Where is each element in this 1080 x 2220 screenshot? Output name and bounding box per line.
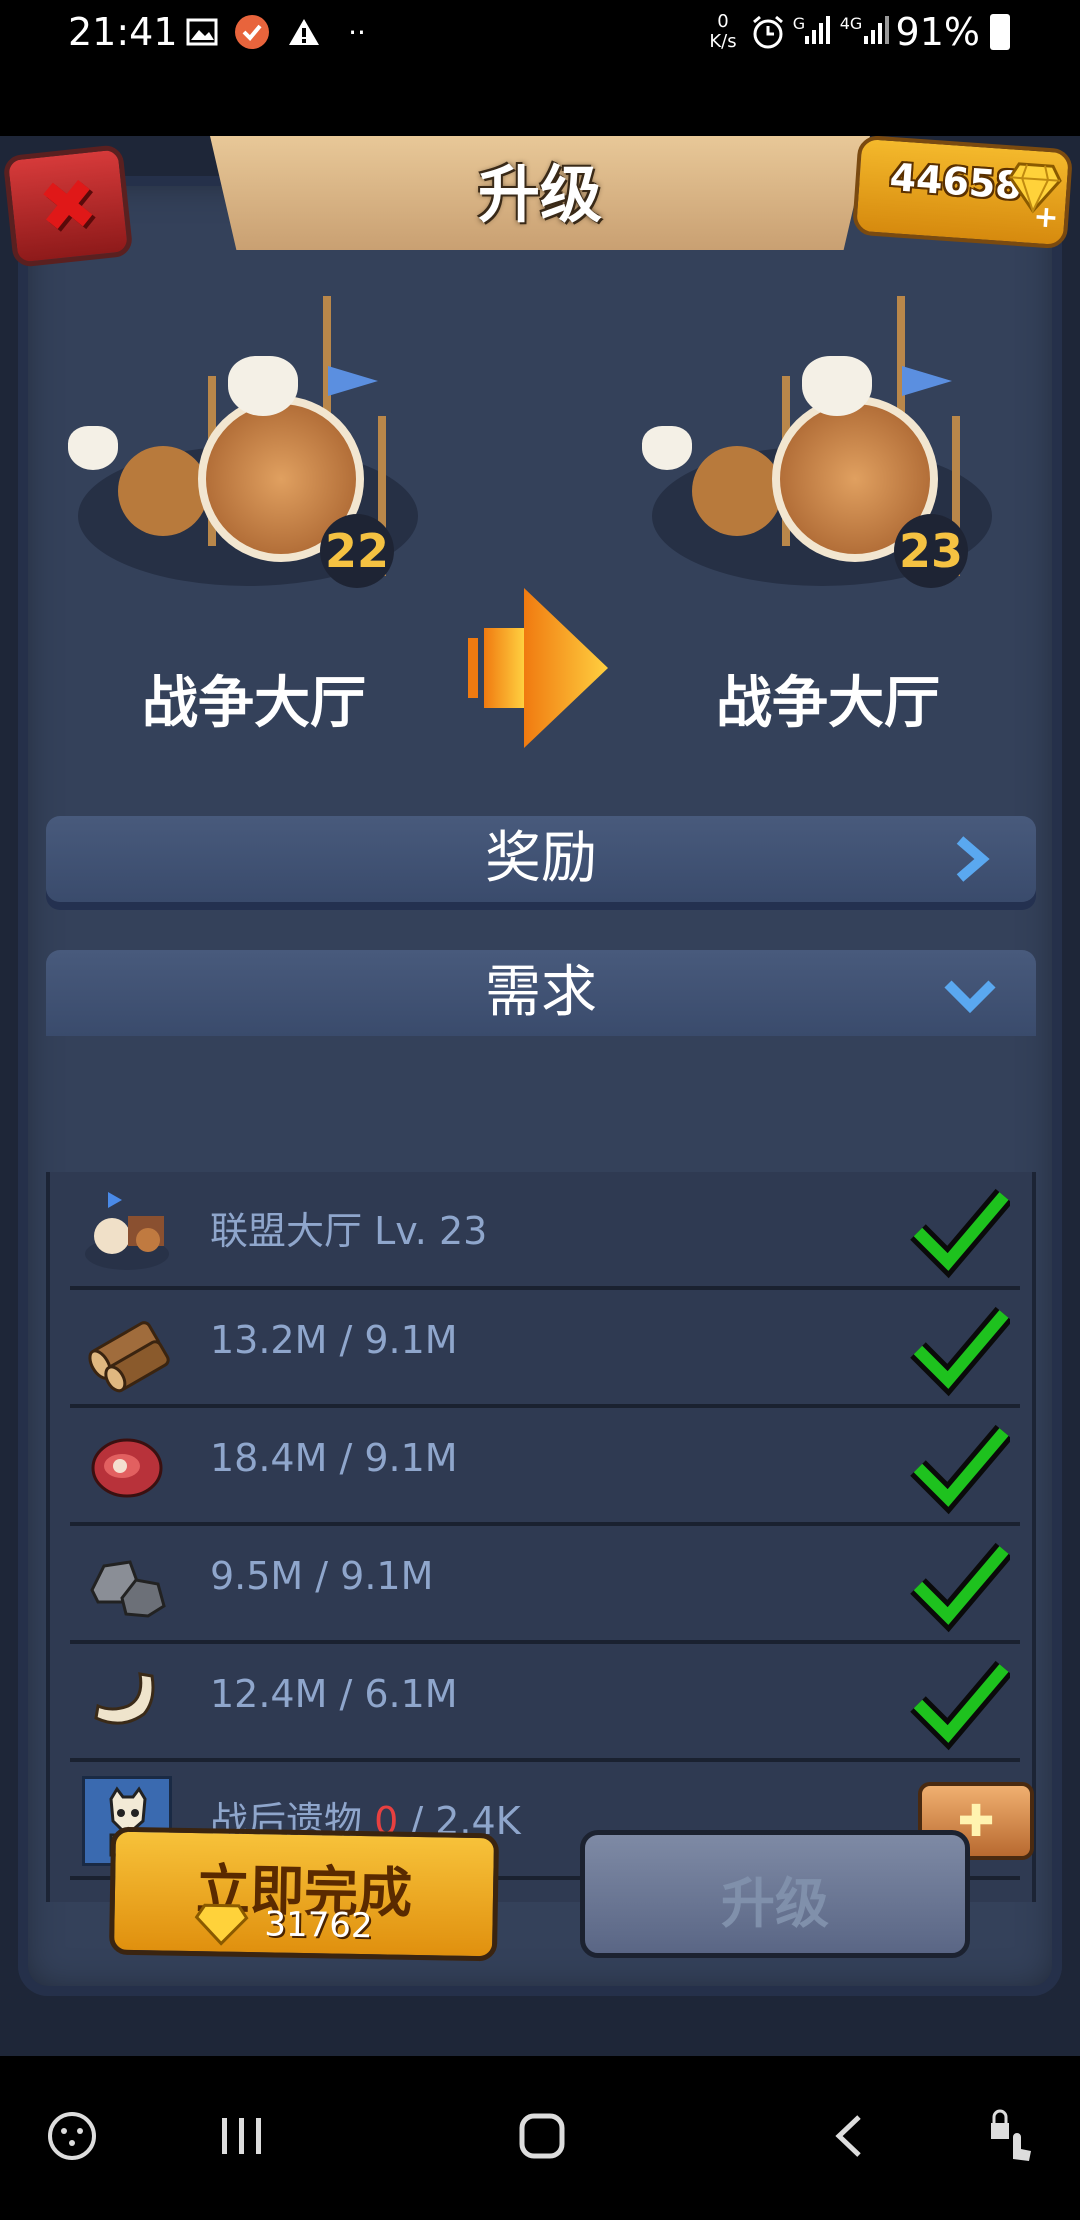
- signal-icon-1: G: [792, 14, 832, 50]
- building-skull: [802, 356, 872, 416]
- finish-now-button[interactable]: 立即完成 31762: [108, 1826, 500, 1962]
- current-building-image: 22: [58, 296, 438, 596]
- gem-balance[interactable]: 44658 +: [851, 136, 1074, 250]
- rewards-section-toggle[interactable]: 奖励: [46, 816, 1036, 902]
- requirements-label: 需求: [485, 960, 597, 1025]
- bone-icon: [82, 1658, 172, 1748]
- close-button[interactable]: ✖: [2, 144, 134, 268]
- game-tools-icon[interactable]: [40, 2106, 104, 2166]
- add-gems-icon: +: [1032, 199, 1060, 236]
- next-level-badge: 23: [894, 514, 968, 588]
- requirement-text: 12.4M / 6.1M: [210, 1672, 458, 1716]
- building-drum: [118, 446, 208, 536]
- upgrade-dialog: 升级 ✖ 44658 + 22 战争大厅 23 战争大厅 奖励 需求 联盟大厅 …: [0, 136, 1080, 2056]
- next-building-name: 战争大厅: [716, 671, 940, 736]
- touch-lock-icon[interactable]: [980, 2106, 1044, 2166]
- check-icon: [910, 1542, 1010, 1633]
- rewards-label: 奖励: [485, 826, 597, 891]
- list-item: 13.2M / 9.1M: [70, 1290, 1020, 1408]
- upgrade-button[interactable]: 升级: [580, 1830, 970, 1958]
- list-item: 9.5M / 9.1M: [70, 1526, 1020, 1644]
- chevron-right-icon: [956, 836, 990, 882]
- building-skull: [68, 426, 118, 470]
- building-skull: [228, 356, 298, 416]
- upgrade-arrow-icon: [468, 588, 608, 748]
- close-icon: ✖: [34, 162, 102, 250]
- app-notification-icon: [232, 14, 272, 50]
- requirement-text: 13.2M / 9.1M: [210, 1318, 458, 1362]
- status-bar: 21:41 ·· 0 K/s G 4G 91%: [0, 0, 1080, 68]
- recent-apps-button[interactable]: [210, 2106, 274, 2166]
- net-speed: 0 K/s: [709, 11, 737, 52]
- check-icon: [910, 1306, 1010, 1397]
- check-icon: [910, 1424, 1010, 1515]
- upgrade-label: 升级: [721, 1872, 829, 1935]
- finish-now-cost: 31762: [264, 1904, 373, 1947]
- requirement-text: 9.5M / 9.1M: [210, 1554, 434, 1598]
- building-flag: [902, 366, 952, 396]
- meat-icon: [82, 1422, 172, 1512]
- building-drum: [692, 446, 782, 536]
- next-building-image: 23: [632, 296, 1012, 596]
- requirements-list: 联盟大厅 Lv. 23 13.2M / 9.1M 18.4M / 9.1M 9.…: [46, 1172, 1036, 1902]
- list-item: 12.4M / 6.1M: [70, 1644, 1020, 1762]
- check-icon: [910, 1188, 1010, 1279]
- status-clock: 21:41: [68, 10, 178, 54]
- gem-count: 44658: [888, 154, 1024, 209]
- battery-icon: [990, 14, 1010, 50]
- stone-icon: [82, 1540, 172, 1630]
- current-building-name: 战争大厅: [142, 671, 366, 736]
- alarm-icon: [748, 14, 788, 50]
- signal-icon-2: 4G: [836, 14, 896, 50]
- home-button[interactable]: [510, 2106, 574, 2166]
- requirements-section-toggle[interactable]: 需求: [46, 950, 1036, 1036]
- navigation-bar: [0, 2056, 1080, 2220]
- warning-icon: [284, 14, 324, 50]
- more-notifications-icon: ··: [348, 15, 366, 49]
- gem-icon: [194, 1903, 249, 1946]
- building-flag: [328, 366, 378, 396]
- alliance-hall-icon: [82, 1186, 172, 1276]
- dialog-title: 升级: [477, 158, 602, 231]
- battery-percent: 91%: [895, 10, 980, 54]
- building-skull: [642, 426, 692, 470]
- chevron-down-icon: [944, 980, 996, 1014]
- list-item: 联盟大厅 Lv. 23: [70, 1172, 1020, 1290]
- requirement-text: 联盟大厅 Lv. 23: [210, 1209, 488, 1253]
- wood-icon: [82, 1304, 172, 1394]
- list-item: 18.4M / 9.1M: [70, 1408, 1020, 1526]
- back-button[interactable]: [816, 2106, 880, 2166]
- current-level-badge: 22: [320, 514, 394, 588]
- gallery-notification-icon: [182, 14, 222, 50]
- check-icon: [910, 1660, 1010, 1751]
- requirement-text: 18.4M / 9.1M: [210, 1436, 458, 1480]
